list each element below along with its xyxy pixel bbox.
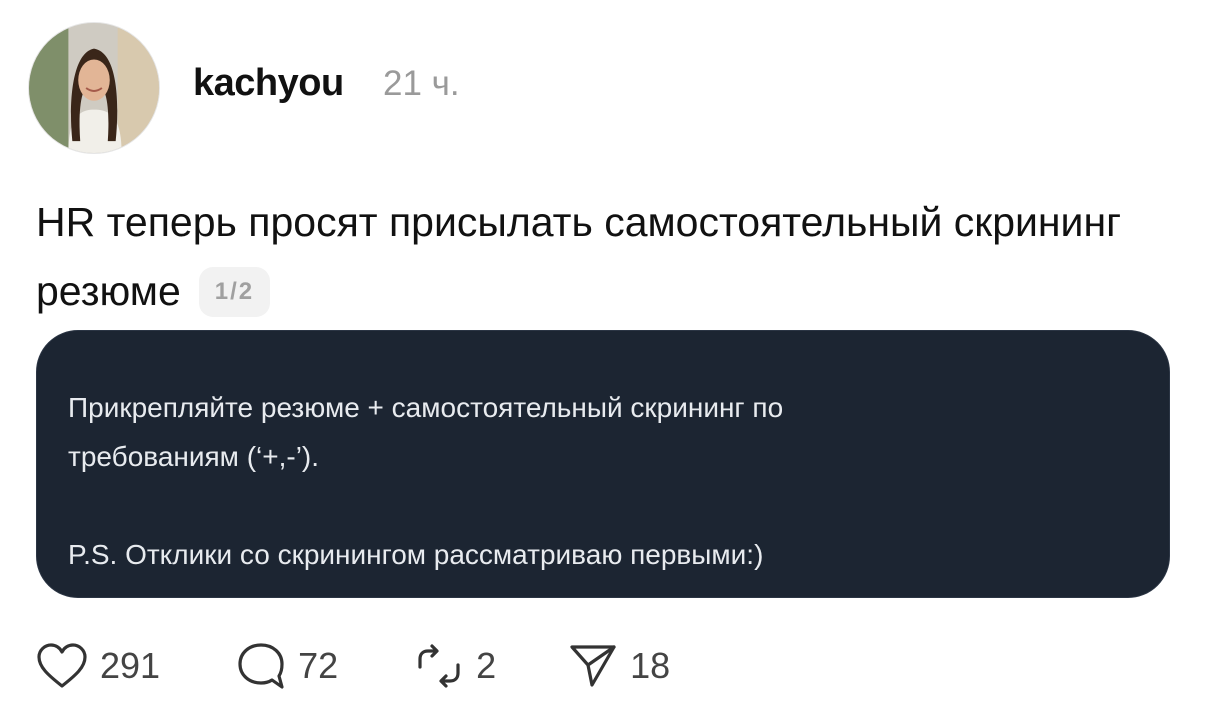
- card-line: Прикрепляйте резюме + самостоятельный ск…: [68, 392, 784, 423]
- share-button[interactable]: 18: [568, 641, 670, 691]
- author-username[interactable]: kachyou: [193, 62, 344, 105]
- image-card[interactable]: Прикрепляйте резюме + самостоятельный ск…: [36, 330, 1170, 598]
- page-indicator-badge: 1/2: [198, 267, 271, 317]
- post-timestamp: 21 ч.: [383, 64, 460, 103]
- card-text: Прикрепляйте резюме + самостоятельный ск…: [68, 383, 1128, 579]
- repost-icon: [418, 644, 460, 688]
- avatar[interactable]: [28, 22, 160, 154]
- heart-icon: [37, 643, 87, 688]
- repost-count: 2: [476, 645, 497, 686]
- card-spacer: [68, 481, 1128, 530]
- like-button[interactable]: 291: [36, 642, 160, 690]
- action-bar: 291 72 2 18: [36, 640, 670, 692]
- comment-button[interactable]: 72: [236, 641, 338, 691]
- card-line: требованиям (‘+,-’).: [68, 441, 320, 472]
- comment-count: 72: [298, 645, 339, 686]
- send-icon: [570, 645, 616, 687]
- post: kachyou 21 ч. HR теперь просят присылать…: [0, 0, 1206, 722]
- avatar-photo: [29, 23, 159, 153]
- post-text: HR теперь просят присылать самостоятельн…: [36, 188, 1166, 326]
- like-count: 291: [100, 645, 161, 686]
- comment-bubble-icon: [238, 643, 284, 689]
- card-line: P.S. Отклики со скринингом рассматриваю …: [68, 539, 764, 570]
- repost-button[interactable]: 2: [414, 641, 496, 691]
- share-count: 18: [630, 645, 671, 686]
